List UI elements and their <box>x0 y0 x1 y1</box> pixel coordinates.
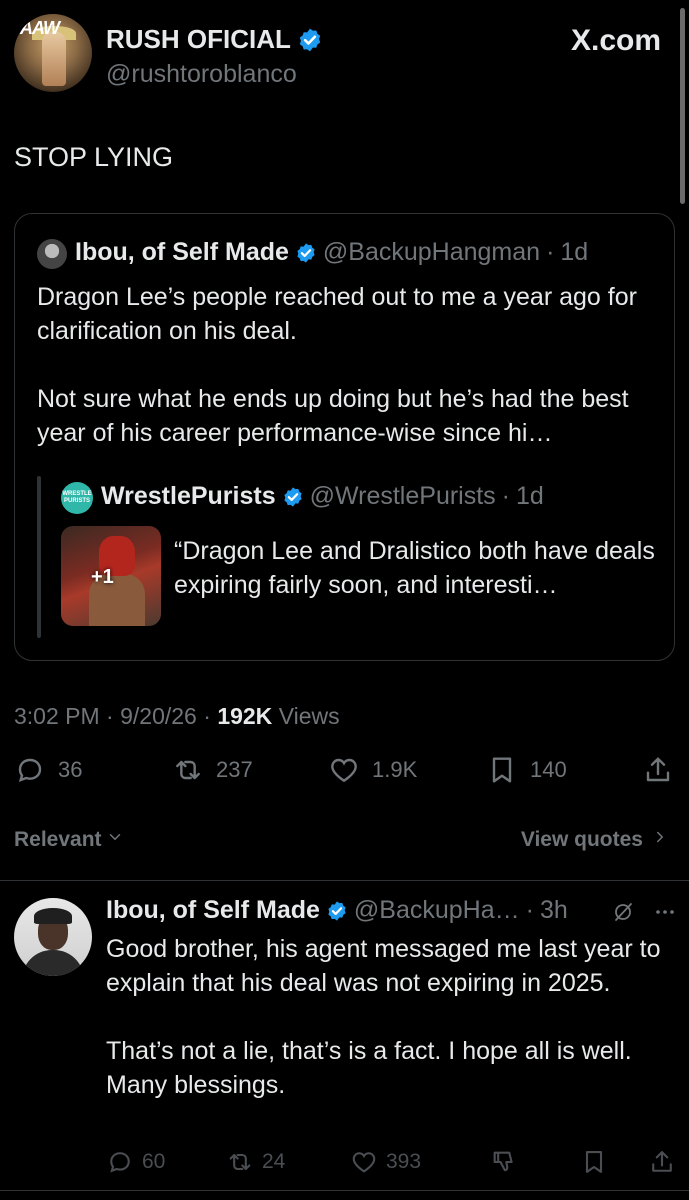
bookmark-button[interactable] <box>580 1148 608 1176</box>
reply-actions: 60 24 393 <box>106 1148 676 1180</box>
share-icon <box>642 754 674 786</box>
quoted-author-name[interactable]: Ibou, of Self Made <box>75 238 289 267</box>
site-label: X.com <box>570 24 661 57</box>
avatar-logo: AAW <box>20 18 60 38</box>
reply-paragraph: That’s not a lie, that’s is a fact. I ho… <box>106 1037 632 1099</box>
like-button[interactable]: 393 <box>350 1148 421 1176</box>
tweet-meta: 3:02 PM · 9/20/26 · 192K Views <box>14 703 340 730</box>
downvote-button[interactable] <box>490 1148 518 1176</box>
avatar-shoulders <box>22 950 84 976</box>
views-label: Views <box>278 703 340 729</box>
scrollbar[interactable] <box>680 8 685 204</box>
tweet-date[interactable]: 9/20/26 <box>120 703 197 729</box>
sort-dropdown[interactable]: Relevant <box>14 828 124 852</box>
more-icon[interactable] <box>653 900 677 929</box>
reply-paragraph: Good brother, his agent messaged me last… <box>106 935 661 997</box>
bookmark-button[interactable]: 140 <box>486 754 567 786</box>
grok-icon[interactable] <box>611 900 635 929</box>
view-quotes-link[interactable]: View quotes <box>521 828 669 852</box>
author-name-row[interactable]: RUSH OFICIAL <box>106 24 323 55</box>
sort-label: Relevant <box>14 828 102 851</box>
bookmark-count: 140 <box>530 757 567 782</box>
separator-dot: · <box>546 238 555 266</box>
like-icon <box>350 1148 378 1176</box>
verified-badge-icon <box>326 900 348 922</box>
nested-tweet-header: WrestlePurists @WrestlePurists · 1d <box>101 482 544 511</box>
avatar-figure <box>42 32 66 86</box>
like-icon <box>328 754 360 786</box>
quoted-tweet-header: Ibou, of Self Made @BackupHangman · 1d <box>75 238 588 267</box>
chevron-right-icon <box>651 828 669 852</box>
share-icon <box>648 1148 676 1176</box>
repost-icon <box>172 754 204 786</box>
nested-author-handle[interactable]: @WrestlePurists <box>310 482 496 511</box>
repost-button[interactable]: 237 <box>172 754 253 786</box>
like-count: 1.9K <box>372 757 418 782</box>
repost-count: 24 <box>262 1150 286 1173</box>
chevron-down-icon <box>106 828 124 852</box>
divider <box>0 1190 689 1191</box>
nested-author-avatar[interactable]: WRESTLE PURISTS <box>61 482 93 514</box>
like-count: 393 <box>386 1150 422 1173</box>
separator-dot: · <box>106 703 121 729</box>
nested-media-thumbnail[interactable]: +1 <box>61 526 161 626</box>
separator-dot: · <box>203 703 218 729</box>
reply-top-icons <box>611 900 677 929</box>
divider <box>0 880 689 881</box>
repost-icon <box>226 1148 254 1176</box>
separator-dot: · <box>501 482 510 510</box>
tweet-actions: 36 237 1.9K 140 <box>14 754 675 794</box>
repost-button[interactable]: 24 <box>226 1148 285 1176</box>
like-button[interactable]: 1.9K <box>328 754 417 786</box>
tweet-time[interactable]: 3:02 PM <box>14 703 100 729</box>
nested-quote-bar <box>37 476 41 638</box>
reply-author-avatar[interactable] <box>14 898 92 976</box>
repost-count: 237 <box>216 757 253 782</box>
reply-header: Ibou, of Self Made @BackupHa… · 3h <box>106 896 568 925</box>
quoted-author-avatar[interactable] <box>37 239 67 269</box>
verified-badge-icon <box>297 27 323 53</box>
quoted-author-handle[interactable]: @BackupHangman <box>323 238 540 267</box>
reply-age: 3h <box>539 896 568 924</box>
tweet-header: AAW RUSH OFICIAL @rushtoroblanco X.com <box>14 14 675 98</box>
media-count-badge: +1 <box>91 566 114 588</box>
share-button[interactable] <box>642 754 674 786</box>
bookmark-icon <box>486 754 518 786</box>
nested-author-name[interactable]: WrestlePurists <box>101 482 276 511</box>
author-handle[interactable]: @rushtoroblanco <box>106 60 297 89</box>
reply-button[interactable]: 36 <box>14 754 82 786</box>
author-display-name[interactable]: RUSH OFICIAL <box>106 24 291 55</box>
reply-icon <box>106 1148 134 1176</box>
tweet-text: STOP LYING <box>14 142 174 172</box>
nested-tweet-text: “Dragon Lee and Dralistico both have dea… <box>174 537 655 599</box>
verified-badge-icon <box>282 486 304 508</box>
quoted-paragraph: Dragon Lee’s people reached out to me a … <box>37 283 637 345</box>
share-button[interactable] <box>648 1148 676 1176</box>
downvote-icon <box>490 1148 518 1176</box>
separator-dot: · <box>525 896 534 924</box>
quoted-tweet[interactable]: Ibou, of Self Made @BackupHangman · 1d D… <box>14 213 675 661</box>
reply-author-handle[interactable]: @BackupHa… <box>354 896 520 925</box>
verified-badge-icon <box>295 242 317 264</box>
replies-sort-bar: Relevant View quotes <box>14 826 675 856</box>
reply-author-name[interactable]: Ibou, of Self Made <box>106 896 320 925</box>
quoted-tweet-text: Dragon Lee’s people reached out to me a … <box>37 280 657 450</box>
reply-icon <box>14 754 46 786</box>
reply-button[interactable]: 60 <box>106 1148 165 1176</box>
author-avatar[interactable]: AAW <box>14 14 92 92</box>
avatar-cap <box>34 908 72 924</box>
reply-count: 36 <box>58 757 83 782</box>
reply-text: Good brother, his agent messaged me last… <box>106 932 676 1102</box>
views-count: 192K <box>217 703 273 729</box>
quoted-paragraph: Not sure what he ends up doing but he’s … <box>37 385 629 447</box>
nested-tweet-age: 1d <box>516 482 544 510</box>
bookmark-icon <box>580 1148 608 1176</box>
reply-count: 60 <box>142 1150 166 1173</box>
quoted-tweet-age: 1d <box>560 238 589 266</box>
view-quotes-label: View quotes <box>520 828 643 851</box>
